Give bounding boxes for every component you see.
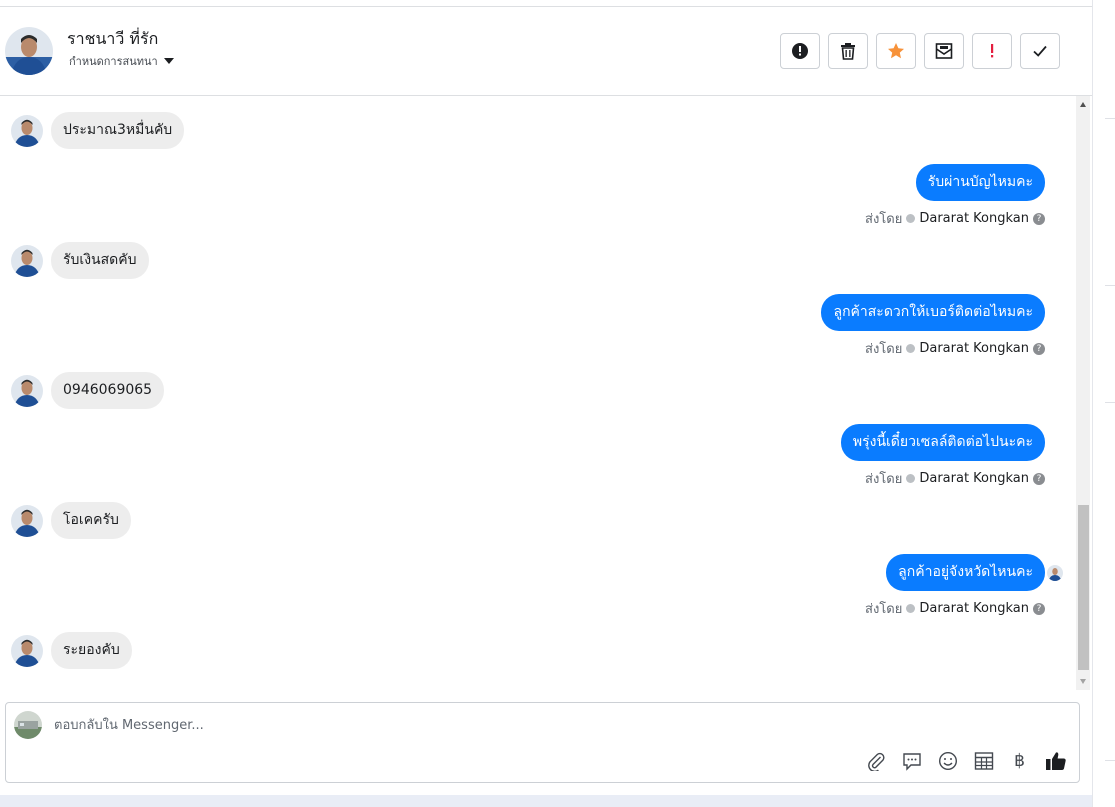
verified-dot-icon <box>906 344 916 353</box>
composer-tools: ฿ <box>864 749 1067 772</box>
incoming-message[interactable]: ระยองคับ <box>51 632 132 669</box>
mark-unread-button[interactable] <box>924 33 964 69</box>
outgoing-message[interactable]: ลูกค้าอยู่จังหวัดไหนคะ <box>886 554 1045 591</box>
done-button[interactable] <box>1020 33 1060 69</box>
star-icon <box>888 43 904 59</box>
payment-button[interactable]: ฿ <box>1008 749 1031 772</box>
thread-scrollbar[interactable] <box>1076 96 1090 690</box>
assign-conversation-dropdown[interactable]: กำหนดการสนทนา <box>69 52 174 70</box>
appointment-button[interactable] <box>972 749 995 772</box>
alert-circle-icon <box>792 43 808 59</box>
sent-by-label: ส่งโดย Dararat Kongkan? <box>865 208 1045 229</box>
help-icon[interactable]: ? <box>1033 342 1045 355</box>
incoming-message[interactable]: 0946069065 <box>51 372 165 409</box>
trash-icon <box>841 43 855 60</box>
verified-dot-icon <box>906 214 916 223</box>
paperclip-icon <box>867 752 884 771</box>
strip-divider <box>1105 118 1115 119</box>
baht-icon: ฿ <box>1014 750 1025 771</box>
strip-divider <box>1105 402 1115 403</box>
sender-avatar <box>11 375 43 407</box>
strip-divider <box>1105 285 1115 286</box>
sent-by-label: ส่งโดย Dararat Kongkan? <box>865 598 1045 619</box>
incoming-message[interactable]: รับเงินสดคับ <box>51 242 149 279</box>
header-actions <box>780 33 1060 69</box>
outgoing-message[interactable]: พรุ่งนี้เดี๋ยวเซลล์ติดต่อไปนะคะ <box>840 424 1045 461</box>
thumbs-up-icon <box>1045 751 1066 770</box>
sender-avatar <box>11 505 43 537</box>
contact-name[interactable]: ราชนาวี ที่รัก <box>67 27 158 52</box>
envelope-icon <box>935 43 953 59</box>
important-button[interactable] <box>972 33 1012 69</box>
check-icon <box>1033 45 1047 57</box>
incoming-message[interactable]: โอเคครับ <box>51 502 131 539</box>
page-avatar <box>14 711 42 739</box>
incoming-message[interactable]: ประมาณ3หมื่นคับ <box>51 112 185 149</box>
verified-dot-icon <box>906 604 916 613</box>
saved-reply-icon <box>902 752 921 771</box>
help-icon[interactable]: ? <box>1033 472 1045 485</box>
outgoing-message[interactable]: รับผ่านบัญไหมคะ <box>915 164 1045 201</box>
sent-by-prefix: ส่งโดย <box>865 212 903 227</box>
help-icon[interactable]: ? <box>1033 602 1045 615</box>
contact-avatar[interactable] <box>5 27 53 75</box>
reply-input[interactable] <box>54 715 754 735</box>
saved-reply-button[interactable] <box>900 749 923 772</box>
right-side-strip <box>1092 0 1115 807</box>
help-icon[interactable]: ? <box>1033 212 1045 225</box>
exclamation-icon <box>991 44 994 58</box>
scroll-down-arrow-icon[interactable] <box>1080 679 1086 684</box>
conversation-header: ราชนาวี ที่รัก กำหนดการสนทนา <box>0 7 1092 96</box>
delete-button[interactable] <box>828 33 868 69</box>
sent-by-label: ส่งโดย Dararat Kongkan? <box>865 338 1045 359</box>
seen-avatar <box>1047 565 1063 581</box>
sender-avatar <box>11 115 43 147</box>
spam-button[interactable] <box>780 33 820 69</box>
strip-divider <box>1105 760 1115 761</box>
scrollbar-thumb[interactable] <box>1078 505 1089 670</box>
table-icon <box>974 751 993 770</box>
sent-by-prefix: ส่งโดย <box>865 472 903 487</box>
sender-avatar <box>11 245 43 277</box>
agent-name[interactable]: Dararat Kongkan <box>919 471 1029 486</box>
verified-dot-icon <box>906 474 916 483</box>
conversation-panel: ราชนาวี ที่รัก กำหนดการสนทนา ประมาณ3หมื่… <box>0 0 1092 795</box>
like-button[interactable] <box>1044 749 1067 772</box>
sent-by-prefix: ส่งโดย <box>865 602 903 617</box>
outgoing-message[interactable]: ลูกค้าสะดวกให้เบอร์ติดต่อไหมคะ <box>821 294 1045 331</box>
sender-avatar <box>11 635 43 667</box>
agent-name[interactable]: Dararat Kongkan <box>919 341 1029 356</box>
assign-label: กำหนดการสนทนา <box>69 55 158 68</box>
agent-name[interactable]: Dararat Kongkan <box>919 211 1029 226</box>
attach-button[interactable] <box>864 749 887 772</box>
emoji-button[interactable] <box>936 749 959 772</box>
emoji-icon <box>938 751 957 770</box>
caret-down-icon <box>163 58 174 64</box>
agent-name[interactable]: Dararat Kongkan <box>919 601 1029 616</box>
sent-by-prefix: ส่งโดย <box>865 342 903 357</box>
sent-by-label: ส่งโดย Dararat Kongkan? <box>865 468 1045 489</box>
reply-composer: ฿ <box>5 702 1080 783</box>
message-thread: ประมาณ3หมื่นคับรับผ่านบัญไหมคะส่งโดย Dara… <box>0 96 1076 690</box>
scroll-up-arrow-icon[interactable] <box>1080 102 1086 107</box>
star-button[interactable] <box>876 33 916 69</box>
